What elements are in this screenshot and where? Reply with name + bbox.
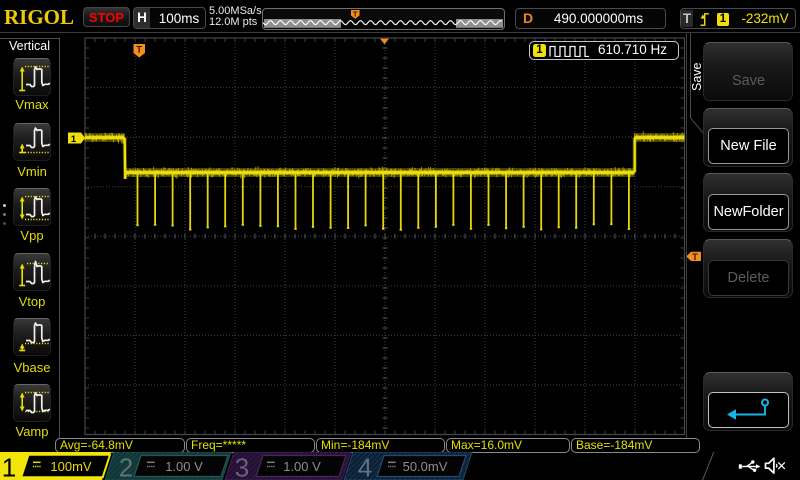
svg-text:T: T [692,252,698,262]
svg-text:T: T [136,45,142,56]
svg-text:1: 1 [71,134,77,145]
svg-text:T: T [353,10,358,19]
svg-text:4: 4 [358,453,372,480]
svg-text:2: 2 [119,453,133,480]
svg-text:50.0mV: 50.0mV [403,459,448,474]
svg-text:3: 3 [235,453,249,480]
svg-text:1.00 V: 1.00 V [283,459,321,474]
svg-text:1.00 V: 1.00 V [165,459,203,474]
svg-text:100mV: 100mV [50,459,92,474]
svg-text:1: 1 [2,453,16,480]
